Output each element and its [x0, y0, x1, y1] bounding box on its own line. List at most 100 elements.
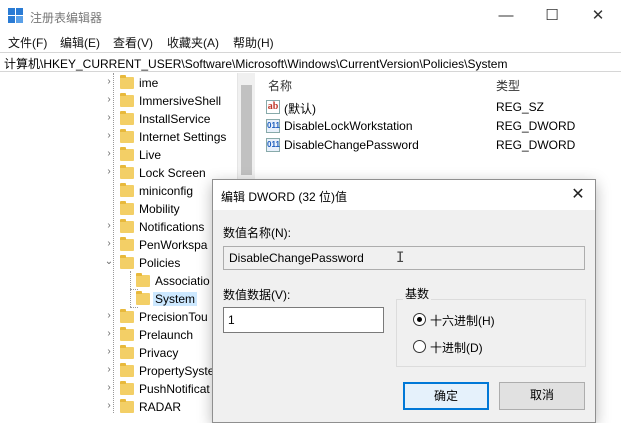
tree-node-label[interactable]: Internet Settings — [139, 130, 226, 144]
dialog-title: 编辑 DWORD (32 位)值 — [221, 190, 348, 204]
folder-icon — [120, 183, 134, 197]
value-name[interactable]: (默认) — [284, 100, 316, 117]
binary-value-icon: 011 — [266, 119, 280, 133]
menu-favorites[interactable]: 收藏夹(A) — [167, 34, 219, 51]
ok-button[interactable]: 确定 — [403, 382, 489, 410]
tree-node-label[interactable]: RADAR — [139, 400, 181, 414]
folder-open-icon — [120, 255, 134, 269]
folder-icon — [120, 345, 134, 359]
address-path[interactable]: 计算机\HKEY_CURRENT_USER\Software\Microsoft… — [4, 55, 507, 72]
value-row[interactable]: 011 DisableLockWorkstation REG_DWORD — [262, 117, 621, 135]
chevron-right-icon[interactable]: › — [104, 166, 114, 177]
chevron-right-icon[interactable]: › — [104, 220, 114, 231]
value-name[interactable]: DisableChangePassword — [284, 138, 419, 152]
tree-node-label[interactable]: InstallService — [139, 112, 210, 126]
close-button[interactable]: ✕ — [575, 0, 621, 32]
value-name-label: 数值名称(N): — [223, 226, 291, 240]
tree-node-label[interactable]: Associatio — [155, 274, 210, 288]
chevron-right-icon[interactable]: › — [104, 148, 114, 159]
chevron-right-icon[interactable]: › — [104, 364, 114, 375]
tree-node-label[interactable]: System — [153, 292, 198, 306]
radio-hex-label[interactable]: 十六进制(H) — [430, 312, 495, 329]
radio-decimal-label[interactable]: 十进制(D) — [430, 339, 483, 356]
radio-decimal[interactable] — [413, 340, 426, 353]
tree-node-label[interactable]: Privacy — [139, 346, 178, 360]
tree-node-label[interactable]: Mobility — [139, 202, 180, 216]
chevron-right-icon[interactable]: › — [104, 310, 114, 321]
chevron-down-icon[interactable]: ⌄ — [104, 256, 114, 267]
tree-node-label[interactable]: PushNotificat — [139, 382, 210, 396]
chevron-right-icon[interactable]: › — [104, 130, 114, 141]
regedit-app-icon — [8, 8, 24, 24]
tree-node-label[interactable]: Lock Screen — [139, 166, 206, 180]
text-cursor-icon: I — [396, 250, 405, 266]
folder-icon — [120, 327, 134, 341]
tree-node-label[interactable]: Live — [139, 148, 161, 162]
dialog-close-button[interactable]: ✕ — [567, 184, 589, 206]
folder-icon — [120, 309, 134, 323]
base-group-title: 基数 — [403, 285, 432, 302]
chevron-right-icon[interactable]: › — [104, 76, 114, 87]
tree-node-label[interactable]: Prelaunch — [139, 328, 193, 342]
chevron-right-icon[interactable]: › — [104, 328, 114, 339]
tree-node-label[interactable]: PenWorkspa — [139, 238, 207, 252]
binary-value-icon: 011 — [266, 138, 280, 152]
value-data-input[interactable] — [223, 307, 384, 333]
folder-icon — [120, 147, 134, 161]
folder-icon — [136, 273, 150, 287]
tree-node-label[interactable]: ime — [139, 76, 158, 90]
base-groupbox — [396, 299, 586, 367]
tree-scrollbar-thumb[interactable] — [241, 85, 252, 175]
string-value-icon: ab — [266, 100, 280, 114]
tree-node-label[interactable]: ImmersiveShell — [139, 94, 221, 108]
menu-bar: 文件(F) 编辑(E) 查看(V) 收藏夹(A) 帮助(H) — [0, 32, 621, 52]
dialog-title-bar: 编辑 DWORD (32 位)值 ✕ — [213, 180, 595, 210]
folder-icon — [120, 201, 134, 215]
menu-edit[interactable]: 编辑(E) — [60, 34, 100, 51]
menu-file[interactable]: 文件(F) — [8, 34, 47, 51]
chevron-right-icon[interactable]: › — [104, 112, 114, 123]
chevron-right-icon[interactable]: › — [104, 238, 114, 249]
title-bar: 注册表编辑器 — ☐ ✕ — [0, 0, 621, 32]
tree-node-label[interactable]: PrecisionTou — [139, 310, 208, 324]
value-name[interactable]: DisableLockWorkstation — [284, 119, 413, 133]
tree-node-label[interactable]: Notifications — [139, 220, 204, 234]
value-type: REG_DWORD — [496, 119, 576, 133]
chevron-right-icon[interactable]: › — [104, 382, 114, 393]
chevron-right-icon[interactable]: › — [104, 94, 114, 105]
radio-hex[interactable] — [413, 313, 426, 326]
folder-icon — [120, 363, 134, 377]
value-type: REG_SZ — [496, 100, 545, 114]
folder-icon — [120, 165, 134, 179]
cancel-button[interactable]: 取消 — [499, 382, 585, 410]
menu-view[interactable]: 查看(V) — [113, 34, 153, 51]
chevron-right-icon[interactable]: › — [104, 346, 114, 357]
folder-icon — [120, 75, 134, 89]
edit-dword-dialog: 编辑 DWORD (32 位)值 ✕ 数值名称(N): DisableChang… — [212, 179, 596, 423]
tree-node-label[interactable]: miniconfig — [139, 184, 193, 198]
column-header-name[interactable]: 名称 — [268, 77, 292, 94]
value-name-text: DisableChangePassword — [229, 251, 364, 265]
address-bar[interactable]: 计算机\HKEY_CURRENT_USER\Software\Microsoft… — [0, 52, 621, 72]
menu-help[interactable]: 帮助(H) — [233, 34, 274, 51]
value-type: REG_DWORD — [496, 138, 576, 152]
chevron-right-icon[interactable]: › — [104, 400, 114, 411]
registry-tree: › ime › ImmersiveShell › InstallService … — [0, 73, 238, 423]
value-name-field: DisableChangePassword I — [223, 246, 585, 270]
value-row[interactable]: ab (默认) REG_SZ — [262, 98, 621, 116]
folder-icon — [120, 219, 134, 233]
column-header-type[interactable]: 类型 — [496, 77, 520, 94]
tree-guide-line — [130, 307, 138, 308]
value-row[interactable]: 011 DisableChangePassword REG_DWORD — [262, 136, 621, 154]
folder-icon — [120, 111, 134, 125]
folder-icon — [120, 93, 134, 107]
folder-icon — [120, 399, 134, 413]
tree-node-label[interactable]: PropertySyste — [139, 364, 214, 378]
tree-node-label[interactable]: Policies — [139, 256, 180, 270]
maximize-button[interactable]: ☐ — [529, 0, 575, 32]
minimize-button[interactable]: — — [483, 0, 529, 32]
folder-icon — [120, 381, 134, 395]
folder-icon — [120, 129, 134, 143]
value-data-label: 数值数据(V): — [223, 288, 291, 302]
folder-icon — [136, 291, 150, 305]
